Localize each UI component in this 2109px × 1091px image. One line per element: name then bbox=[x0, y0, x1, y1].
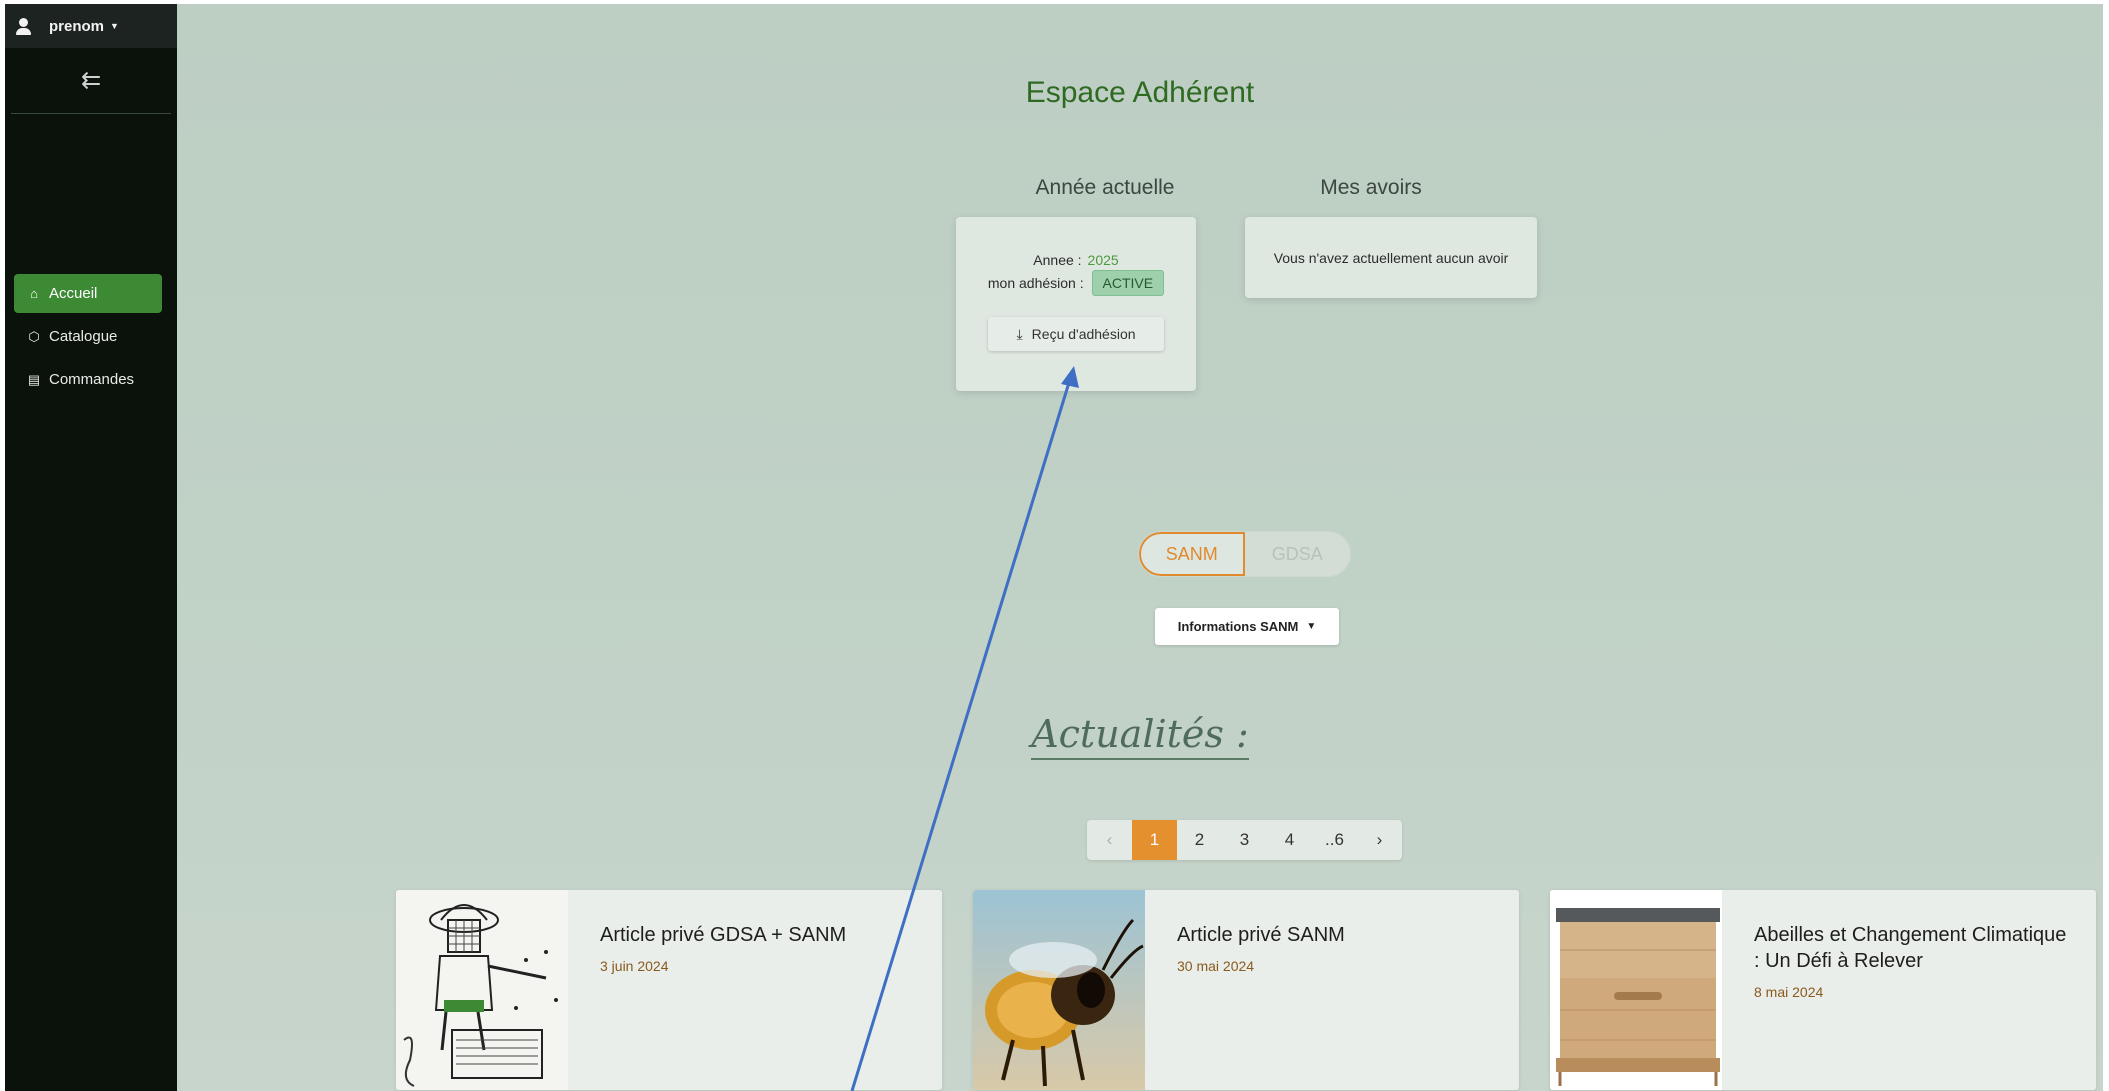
user-menu[interactable]: prenom ▼ bbox=[5, 4, 177, 48]
beehive-photo bbox=[1550, 890, 1722, 1090]
article-title: Article privé SANM bbox=[1177, 924, 1345, 946]
sidebar: prenom ▼ ⇇ ⌂ Accueil ⬡ Catalogue ▤ Comma… bbox=[5, 4, 177, 1091]
document-icon: ▤ bbox=[27, 371, 41, 387]
collapse-menu-icon: ⇇ bbox=[80, 67, 102, 94]
toggle-gdsa[interactable]: GDSA bbox=[1245, 532, 1351, 576]
next-page-icon[interactable]: › bbox=[1357, 820, 1402, 860]
sidebar-item-accueil[interactable]: ⌂ Accueil bbox=[14, 274, 162, 313]
article-date: 8 mai 2024 bbox=[1754, 984, 1824, 1000]
article-card[interactable]: Abeilles et Changement Climatique : Un D… bbox=[1550, 890, 2096, 1090]
pagination: ‹ 1 2 3 4 ..6 › bbox=[1087, 820, 1402, 860]
avoirs-message: Vous n'avez actuellement aucun avoir bbox=[1273, 250, 1509, 266]
article-text: Abeilles et Changement Climatique : Un D… bbox=[1754, 922, 2076, 1000]
year-row: Annee : 2025 bbox=[956, 252, 1196, 268]
sidebar-item-label: Commandes bbox=[49, 371, 135, 388]
page-2[interactable]: 2 bbox=[1177, 820, 1222, 860]
collapse-sidebar-button[interactable]: ⇇ bbox=[11, 48, 171, 114]
page-3[interactable]: 3 bbox=[1222, 820, 1267, 860]
chevron-down-icon: ▼ bbox=[1306, 621, 1317, 632]
status-label: mon adhésion : bbox=[987, 275, 1084, 291]
status-badge: ACTIVE bbox=[1091, 270, 1165, 296]
user-icon bbox=[15, 17, 33, 35]
annee-card: Annee : 2025 mon adhésion : ACTIVE ⤓ Reçu… bbox=[956, 217, 1196, 391]
news-title: Actualités : bbox=[1031, 712, 1249, 760]
year-label: Annee : bbox=[1033, 252, 1082, 268]
download-icon: ⤓ bbox=[1016, 325, 1023, 342]
sidebar-item-commandes[interactable]: ▤ Commandes bbox=[14, 360, 162, 399]
article-text: Article privé SANM 30 mai 2024 bbox=[1177, 922, 1499, 974]
article-card[interactable]: Article privé SANM 30 mai 2024 bbox=[973, 890, 1519, 1090]
receipt-download-button[interactable]: ⤓ Reçu d'adhésion bbox=[988, 317, 1164, 351]
article-title: Article privé GDSA + SANM bbox=[600, 924, 847, 946]
toggle-sanm[interactable]: SANM bbox=[1139, 532, 1245, 576]
main-content: Espace Adhérent Année actuelle Annee : 20… bbox=[177, 4, 2103, 1091]
annee-title: Année actuelle bbox=[1035, 176, 1175, 199]
org-toggle: SANM GDSA bbox=[1138, 531, 1351, 577]
article-date: 3 juin 2024 bbox=[600, 958, 669, 974]
sidebar-item-label: Accueil bbox=[49, 285, 98, 302]
page-title: Espace Adhérent bbox=[1025, 76, 1255, 109]
receipt-button-label: Reçu d'adhésion bbox=[1031, 326, 1136, 342]
status-row: mon adhésion : ACTIVE bbox=[956, 270, 1196, 296]
info-button-label: Informations SANM bbox=[1177, 619, 1299, 634]
article-date: 30 mai 2024 bbox=[1177, 958, 1255, 974]
bee-photo bbox=[973, 890, 1145, 1090]
informations-dropdown-button[interactable]: Informations SANM ▼ bbox=[1155, 608, 1339, 645]
user-name: prenom bbox=[49, 17, 105, 35]
sidebar-item-label: Catalogue bbox=[49, 328, 118, 345]
news-heading: Actualités : bbox=[177, 712, 2103, 760]
article-title: Abeilles et Changement Climatique : Un D… bbox=[1754, 924, 2067, 972]
article-card[interactable]: Article privé GDSA + SANM 3 juin 2024 bbox=[396, 890, 942, 1090]
year-value: 2025 bbox=[1087, 252, 1119, 268]
beekeeper-illustration bbox=[396, 890, 568, 1090]
avoirs-card: Vous n'avez actuellement aucun avoir bbox=[1245, 217, 1537, 298]
article-text: Article privé GDSA + SANM 3 juin 2024 bbox=[600, 922, 922, 974]
sidebar-nav: ⌂ Accueil ⬡ Catalogue ▤ Commandes bbox=[14, 274, 162, 403]
page-6[interactable]: ..6 bbox=[1312, 820, 1357, 860]
box-icon: ⬡ bbox=[28, 328, 40, 344]
page-4[interactable]: 4 bbox=[1267, 820, 1312, 860]
home-icon: ⌂ bbox=[30, 286, 38, 301]
prev-page-icon[interactable]: ‹ bbox=[1087, 820, 1132, 860]
page-1[interactable]: 1 bbox=[1132, 820, 1177, 860]
sidebar-item-catalogue[interactable]: ⬡ Catalogue bbox=[14, 317, 162, 356]
caret-down-icon: ▼ bbox=[110, 21, 119, 31]
avoirs-title: Mes avoirs bbox=[1320, 176, 1422, 199]
